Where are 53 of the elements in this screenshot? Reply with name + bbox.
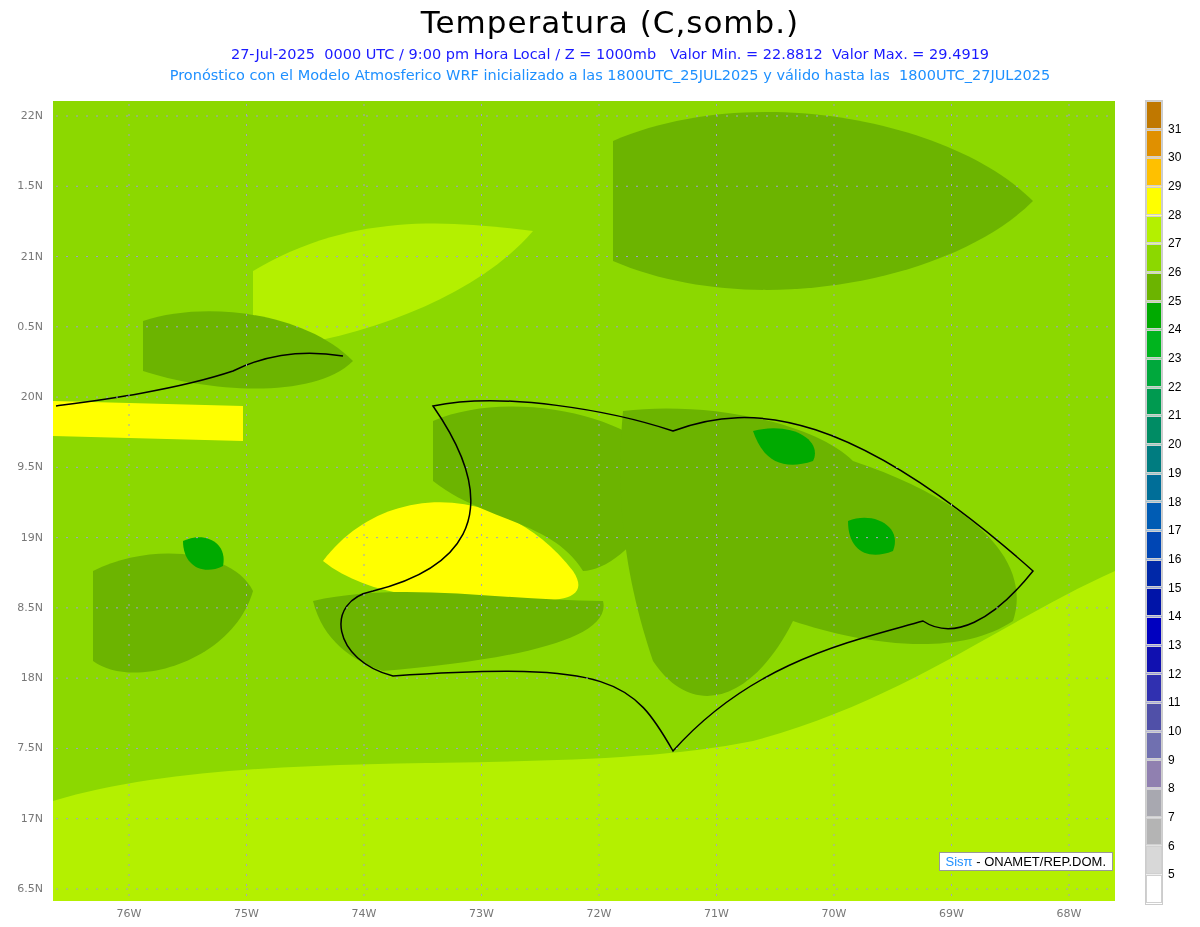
- legend-label: 26: [1168, 264, 1182, 281]
- legend-label: 30: [1168, 149, 1182, 166]
- longitude-label: 68W: [1055, 907, 1083, 920]
- latitude-label: 1.5N: [17, 179, 43, 194]
- longitude-label: 73W: [468, 907, 495, 920]
- credit-text: - ONAMET/REP.DOM.: [976, 854, 1106, 869]
- legend-label: 18: [1168, 493, 1182, 510]
- logo-text: Sisπ: [945, 854, 973, 869]
- legend-label: 20: [1168, 436, 1182, 453]
- latitude-label: 21N: [20, 249, 43, 264]
- latitude-label: 7.5N: [17, 741, 43, 756]
- latitude-label: 9.5N: [17, 460, 43, 475]
- latitude-label: 17N: [20, 811, 43, 826]
- legend-label: 29: [1168, 178, 1182, 195]
- legend-label: 8: [1168, 780, 1175, 797]
- longitude-label: 71W: [703, 907, 730, 920]
- legend-label: 12: [1168, 665, 1182, 682]
- latitude-label: 20N: [20, 390, 43, 405]
- legend-label: 9: [1168, 751, 1175, 768]
- longitude-label: 76W: [115, 907, 143, 920]
- legend-label: 6: [1168, 837, 1175, 854]
- longitude-label: 69W: [938, 907, 965, 920]
- legend-label: 11: [1168, 694, 1181, 711]
- latitude-label: 6.5N: [17, 881, 43, 896]
- longitude-label: 75W: [233, 907, 260, 920]
- legend-label: 16: [1168, 550, 1182, 567]
- legend-label: 19: [1168, 464, 1182, 481]
- legend-label: 28: [1168, 206, 1182, 223]
- legend-label: 13: [1168, 636, 1182, 653]
- legend-label: 27: [1168, 235, 1182, 252]
- legend-label: 5: [1168, 866, 1175, 883]
- legend-label: 25: [1168, 292, 1182, 309]
- legend-label: 31: [1168, 120, 1182, 137]
- legend-label: 15: [1168, 579, 1182, 596]
- model-description: Pronóstico con el Modelo Atmosferico WRF inicializado a las 1800UTC_25JUL2025 y válido hasta las 1800UTC_27JUL2025: [169, 66, 1051, 85]
- longitude-label: 74W: [350, 907, 378, 920]
- latitude-label: 8.5N: [17, 600, 43, 615]
- chart-title: Temperatura (C,somb.): [420, 3, 800, 42]
- latitude-label: 0.5N: [17, 319, 43, 334]
- longitude-label: 70W: [820, 907, 848, 920]
- chart-subtitle: 27-Jul-2025 0000 UTC / 9:00 pm Hora Local / Z = 1000mb Valor Min. = 22.8812 Valor Max. = 29.4919: [230, 45, 990, 64]
- longitude-label: 72W: [585, 907, 613, 920]
- legend-label: 14: [1168, 608, 1182, 625]
- legend-label: 7: [1168, 808, 1175, 825]
- legend-label: 21: [1168, 407, 1182, 424]
- legend-label: 23: [1168, 350, 1182, 367]
- legend-label: 24: [1168, 321, 1182, 338]
- legend-label: 17: [1168, 522, 1182, 539]
- latitude-label: 22N: [20, 109, 43, 123]
- legend-label: 10: [1168, 722, 1182, 739]
- latitude-label: 18N: [20, 671, 43, 686]
- latitude-label: 19N: [20, 530, 43, 545]
- legend-label: 22: [1168, 378, 1182, 395]
